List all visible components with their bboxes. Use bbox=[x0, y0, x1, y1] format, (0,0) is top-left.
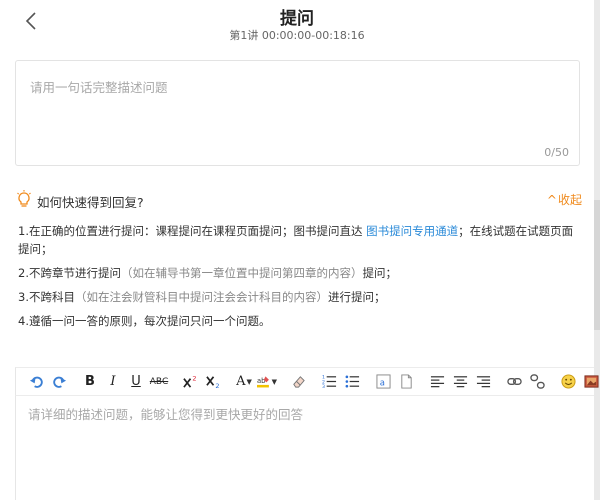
tip-example: （如在辅导书第一章位置中提问第四章的内容） bbox=[120, 266, 363, 280]
redo-icon bbox=[52, 376, 66, 388]
tip-text: 4.遵循一问一答的原则，每次提问只问一个问题。 bbox=[18, 314, 271, 328]
unlink-button[interactable] bbox=[527, 372, 547, 392]
align-center-button[interactable] bbox=[450, 372, 470, 392]
align-center-icon bbox=[453, 376, 467, 388]
lecture-time-range: 第1讲 00:00:00-00:18:16 bbox=[229, 29, 365, 42]
tip-example: （如在注会财管科目中提问注会会计科目的内容） bbox=[74, 290, 328, 304]
insert-anchor-button[interactable]: a bbox=[373, 372, 393, 392]
tip-item: 2.不跨章节进行提问（如在辅导书第一章位置中提问第四章的内容）提问； bbox=[18, 264, 584, 282]
tip-item: 4.遵循一问一答的原则，每次提问只问一个问题。 bbox=[18, 312, 584, 330]
undo-button[interactable] bbox=[26, 372, 46, 392]
book-question-channel-link[interactable]: 图书提问专用通道 bbox=[366, 224, 458, 238]
unordered-list-button[interactable] bbox=[342, 372, 362, 392]
editor-placeholder: 请详细的描述问题，能够让您得到更快更好的回答 bbox=[28, 407, 304, 422]
clear-format-button[interactable] bbox=[288, 372, 308, 392]
insert-link-button[interactable] bbox=[504, 372, 524, 392]
subscript-icon: 2 bbox=[205, 376, 219, 389]
underline-button[interactable]: U bbox=[126, 372, 146, 392]
ordered-list-button[interactable]: 123 bbox=[319, 372, 339, 392]
align-right-icon bbox=[476, 376, 490, 388]
tip-item: 3.不跨科目（如在注会财管科目中提问注会会计科目的内容）进行提问； bbox=[18, 288, 584, 306]
align-left-button[interactable] bbox=[427, 372, 447, 392]
tip-text: 进行提问； bbox=[327, 290, 386, 304]
link-icon bbox=[506, 378, 522, 385]
dropdown-arrow-icon: ▼ bbox=[271, 377, 277, 386]
superscript-button[interactable]: 2 bbox=[180, 372, 200, 392]
tip-text: 3.不跨科目 bbox=[18, 290, 75, 304]
svg-text:a: a bbox=[379, 377, 384, 387]
collapse-label: 收起 bbox=[557, 193, 582, 207]
eraser-icon bbox=[292, 376, 305, 388]
subscript-button[interactable]: 2 bbox=[203, 372, 223, 392]
question-title-input[interactable] bbox=[30, 77, 560, 137]
font-color-button[interactable]: A ▼ bbox=[234, 372, 254, 392]
superscript-icon: 2 bbox=[182, 375, 196, 388]
anchor-text-icon: a bbox=[375, 374, 391, 389]
bullet-list-icon bbox=[345, 375, 359, 388]
page-title: 提问 bbox=[280, 9, 314, 29]
char-counter: 0/50 bbox=[544, 146, 569, 159]
tips-title: 如何快速得到回复? bbox=[37, 195, 144, 210]
unlink-icon bbox=[529, 374, 545, 389]
strikethrough-button[interactable]: ABC bbox=[149, 372, 169, 392]
collapse-tips-button[interactable]: ^收起 bbox=[547, 191, 582, 208]
ordered-list-icon: 123 bbox=[322, 375, 336, 389]
italic-button[interactable]: I bbox=[103, 372, 123, 392]
align-left-icon bbox=[430, 376, 444, 388]
insert-image-button[interactable] bbox=[581, 372, 600, 392]
tips-header: 如何快速得到回复? ^收起 bbox=[16, 190, 582, 210]
lightbulb-icon bbox=[17, 190, 31, 207]
dropdown-arrow-icon: ▼ bbox=[246, 377, 252, 386]
rich-text-editor[interactable]: 请详细的描述问题，能够让您得到更快更好的回答 bbox=[15, 395, 594, 500]
page-scrollbar[interactable] bbox=[594, 0, 600, 500]
emoji-button[interactable] bbox=[558, 372, 578, 392]
font-color-icon: A bbox=[236, 374, 246, 389]
svg-text:ab: ab bbox=[257, 377, 265, 385]
tip-item: 1.在正确的位置进行提问：课程提问在课程页面提问；图书提问直达 图书提问专用通道… bbox=[18, 222, 584, 258]
question-title-box: 0/50 bbox=[15, 60, 580, 166]
svg-text:3: 3 bbox=[322, 384, 325, 389]
highlight-color-button[interactable]: ab ▼ bbox=[257, 372, 277, 392]
bold-button[interactable]: B bbox=[80, 372, 100, 392]
undo-icon bbox=[29, 376, 43, 388]
chevron-up-icon: ^ bbox=[546, 193, 557, 207]
scrollbar-thumb[interactable] bbox=[594, 200, 600, 330]
tip-text: 提问； bbox=[362, 266, 397, 280]
editor-toolbar: B I U ABC 2 2 A ▼ ab ▼ 123 a bbox=[15, 367, 599, 395]
document-icon bbox=[400, 374, 412, 389]
header: 提问 第1讲 00:00:00-00:18:16 bbox=[0, 0, 594, 46]
redo-button[interactable] bbox=[49, 372, 69, 392]
tip-text: 2.不跨章节进行提问 bbox=[18, 266, 121, 280]
svg-text:2: 2 bbox=[192, 375, 196, 383]
image-icon bbox=[583, 375, 599, 388]
paste-plain-button[interactable] bbox=[396, 372, 416, 392]
highlight-icon: ab bbox=[257, 376, 269, 388]
smiley-icon bbox=[560, 374, 576, 389]
tip-text: 1.在正确的位置进行提问：课程提问在课程页面提问；图书提问直达 bbox=[18, 224, 367, 238]
tips-list: 1.在正确的位置进行提问：课程提问在课程页面提问；图书提问直达 图书提问专用通道… bbox=[18, 222, 584, 336]
align-right-button[interactable] bbox=[473, 372, 493, 392]
svg-text:2: 2 bbox=[215, 382, 219, 389]
